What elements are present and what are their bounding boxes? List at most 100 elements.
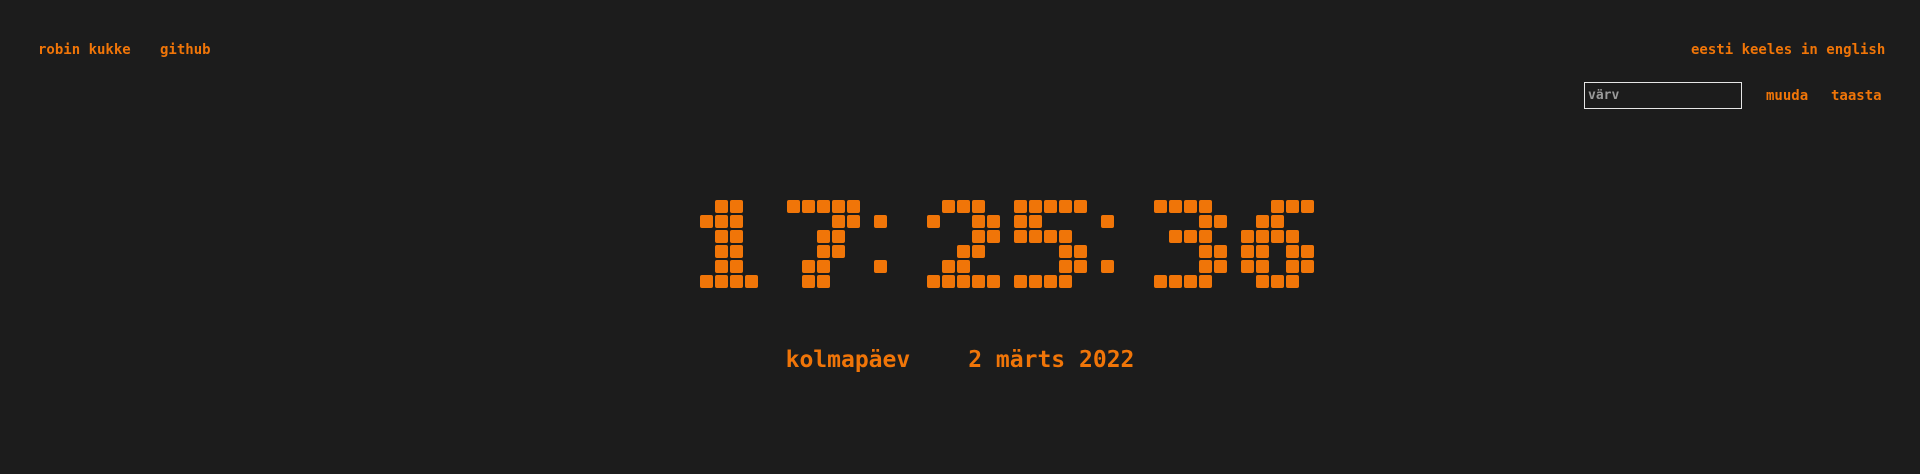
clock-pixel <box>715 230 728 243</box>
clock-pixel <box>730 200 743 213</box>
clock-pixel <box>874 215 887 228</box>
color-input[interactable] <box>1584 82 1742 109</box>
clock-pixel <box>1014 215 1027 228</box>
clock-pixel <box>1301 260 1314 273</box>
clock-pixel <box>1029 275 1042 288</box>
clock-pixel <box>715 200 728 213</box>
clock-pixel <box>1301 245 1314 258</box>
clock-pixel <box>972 275 985 288</box>
date-line: kolmapäev 2 märts 2022 <box>0 346 1920 374</box>
reset-color-button[interactable]: taasta <box>1831 88 1882 104</box>
clock-pixel <box>1199 260 1212 273</box>
clock-pixel <box>730 215 743 228</box>
clock-pixel <box>715 260 728 273</box>
clock-pixel <box>1286 230 1299 243</box>
clock-pixel <box>1074 200 1087 213</box>
clock-pixel <box>1214 245 1227 258</box>
clock-pixel <box>1059 200 1072 213</box>
clock-pixel <box>1101 215 1114 228</box>
clock-pixel <box>1256 275 1269 288</box>
clock-pixel <box>1256 230 1269 243</box>
clock-pixel <box>787 200 800 213</box>
clock-pixel <box>730 275 743 288</box>
clock-pixel <box>957 200 970 213</box>
clock-pixel <box>1169 200 1182 213</box>
clock-pixel <box>1286 245 1299 258</box>
clock-pixel <box>1101 260 1114 273</box>
clock-pixel <box>1059 260 1072 273</box>
clock-pixel <box>957 275 970 288</box>
clock-pixel <box>1044 200 1057 213</box>
clock-pixel <box>1199 200 1212 213</box>
clock-pixel <box>802 200 815 213</box>
weekday-label: kolmapäev <box>785 347 911 373</box>
clock-pixel <box>1154 200 1167 213</box>
clock-pixel <box>927 215 940 228</box>
clock-pixel <box>1059 245 1072 258</box>
clock-pixel <box>700 215 713 228</box>
language-english-link[interactable]: in english <box>1801 42 1885 58</box>
clock-pixel <box>972 245 985 258</box>
clock-pixel <box>730 245 743 258</box>
clock-pixel <box>1199 275 1212 288</box>
clock-pixel <box>730 230 743 243</box>
clock-pixel <box>1271 230 1284 243</box>
clock-pixel <box>987 215 1000 228</box>
clock-pixel <box>832 230 845 243</box>
clock-pixel <box>1169 230 1182 243</box>
clock-pixel <box>1199 215 1212 228</box>
change-color-button[interactable]: muuda <box>1766 88 1808 104</box>
clock-pixel <box>1286 260 1299 273</box>
clock-pixel <box>700 275 713 288</box>
clock-pixel <box>942 260 955 273</box>
language-estonian-link[interactable]: eesti keeles <box>1691 42 1792 58</box>
clock-pixel <box>1044 275 1057 288</box>
clock-display <box>700 200 1314 292</box>
github-link[interactable]: github <box>160 42 211 58</box>
clock-pixel <box>1271 200 1284 213</box>
clock-pixel <box>1286 275 1299 288</box>
clock-pixel <box>1241 245 1254 258</box>
clock-pixel <box>1301 200 1314 213</box>
clock-pixel <box>1059 275 1072 288</box>
clock-pixel <box>715 215 728 228</box>
clock-pixel <box>1074 260 1087 273</box>
clock-pixel <box>1059 230 1072 243</box>
clock-pixel <box>715 275 728 288</box>
clock-pixel <box>1154 275 1167 288</box>
clock-pixel <box>927 275 940 288</box>
clock-pixel <box>745 275 758 288</box>
clock-pixel <box>972 200 985 213</box>
clock-pixel <box>1029 215 1042 228</box>
clock-pixel <box>1241 230 1254 243</box>
clock-pixel <box>942 200 955 213</box>
clock-pixel <box>847 200 860 213</box>
date-label: 2 märts 2022 <box>968 347 1135 373</box>
clock-pixel <box>987 275 1000 288</box>
clock-pixel <box>802 260 815 273</box>
clock-pixel <box>832 245 845 258</box>
clock-pixel <box>1271 215 1284 228</box>
clock-pixel <box>730 260 743 273</box>
clock-pixel <box>817 200 830 213</box>
clock-pixel <box>942 275 955 288</box>
clock-pixel <box>972 230 985 243</box>
clock-pixel <box>957 245 970 258</box>
clock-pixel <box>1044 230 1057 243</box>
clock-pixel <box>1014 230 1027 243</box>
clock-pixel <box>1214 215 1227 228</box>
clock-pixel <box>874 260 887 273</box>
clock-pixel <box>1199 245 1212 258</box>
clock-pixel <box>1286 200 1299 213</box>
clock-pixel <box>1256 260 1269 273</box>
clock-pixel <box>1256 215 1269 228</box>
clock-pixel <box>957 260 970 273</box>
clock-pixel <box>1184 230 1197 243</box>
clock-pixel <box>1271 275 1284 288</box>
clock-pixel <box>847 215 860 228</box>
clock-pixel <box>832 200 845 213</box>
author-link[interactable]: robin kukke <box>38 42 131 58</box>
clock-pixel <box>1241 260 1254 273</box>
clock-pixel <box>1029 230 1042 243</box>
clock-pixel <box>972 215 985 228</box>
